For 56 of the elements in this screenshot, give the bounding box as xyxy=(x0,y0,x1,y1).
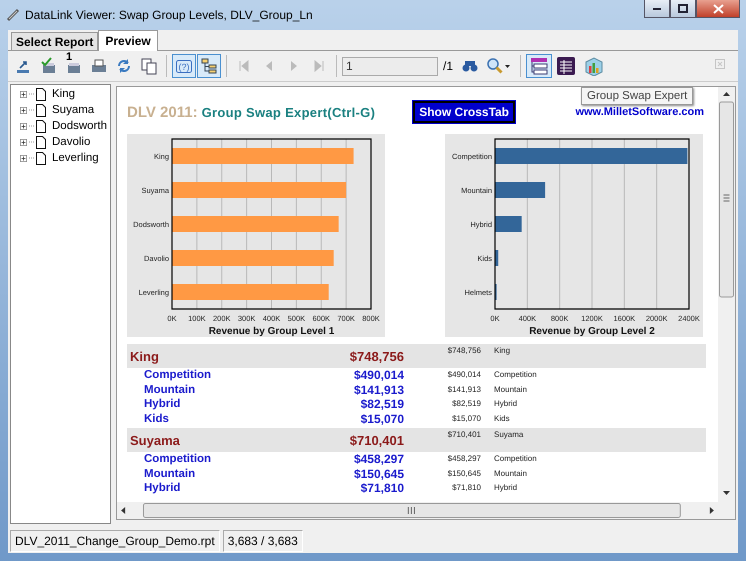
small-total: $71,810 xyxy=(451,482,481,492)
tooltip: Group Swap Expert xyxy=(581,87,694,105)
tree-item[interactable]: Suyama xyxy=(52,104,94,116)
report-title: Group Swap Expert(Ctrl-G) xyxy=(202,104,376,120)
subgroup-name: Kids xyxy=(144,412,170,425)
subgroup-total: $141,913 xyxy=(352,382,404,397)
subgroup-name: Competition xyxy=(144,369,212,382)
subgroup-name: Hybrid xyxy=(144,398,182,410)
small-name: Mountain xyxy=(494,384,528,394)
small-total: $82,519 xyxy=(451,398,481,408)
small-total: $458,297 xyxy=(446,453,481,463)
small-name: Kids xyxy=(494,412,511,422)
small-name: Hybrid xyxy=(494,398,518,408)
small-total: $490,014 xyxy=(446,369,481,379)
subgroup-total: $150,645 xyxy=(352,466,404,481)
small-total: $15,070 xyxy=(451,412,481,422)
group-total: $748,756 xyxy=(348,348,404,364)
small-name: King xyxy=(494,345,512,355)
subgroup-total: $71,810 xyxy=(360,481,404,496)
subgroup-name: Hybrid xyxy=(144,482,182,494)
subgroup-total: $15,070 xyxy=(360,412,404,426)
group-name: King xyxy=(130,348,160,364)
tree-item[interactable]: Leverling xyxy=(52,152,99,164)
tree-item[interactable]: Davolio xyxy=(52,136,90,148)
small-name: Hybrid xyxy=(494,482,518,492)
tab[interactable]: Select Report xyxy=(11,32,98,50)
subgroup-total: $458,297 xyxy=(352,452,404,466)
page-total: /1 xyxy=(443,59,454,73)
small-name: Competition xyxy=(494,369,538,379)
tree-item[interactable]: Dodsworth xyxy=(52,120,107,132)
subgroup-name: Competition xyxy=(144,453,212,466)
group-name: Suyama xyxy=(130,432,181,448)
tab[interactable]: Preview xyxy=(98,30,158,51)
small-total: $748,756 xyxy=(446,345,481,355)
small-name: Mountain xyxy=(494,468,528,478)
status-text: 3,683 / 3,683 xyxy=(222,530,303,552)
printer-button[interactable]: 1 xyxy=(62,54,86,78)
axis-title: Revenue by Group Level 2 xyxy=(529,326,655,337)
subgroup-name: Mountain xyxy=(144,468,196,480)
report-year: DLV 2011: xyxy=(127,104,198,120)
small-name: Suyama xyxy=(494,429,524,439)
small-total: $710,401 xyxy=(446,429,481,439)
small-name: Competition xyxy=(494,453,538,463)
subgroup-name: Mountain xyxy=(144,384,196,396)
small-total: $141,913 xyxy=(446,384,481,394)
page-number-field[interactable]: 1 xyxy=(342,56,438,76)
axis-title: Revenue by Group Level 1 xyxy=(208,326,334,337)
website-link[interactable]: www.MilletSoftware.com xyxy=(575,106,704,118)
group-total: $710,401 xyxy=(348,432,404,448)
tree-item[interactable]: King xyxy=(52,88,76,100)
subgroup-total: $490,014 xyxy=(352,368,404,382)
window-title: DataLink Viewer: Swap Group Levels, DLV_Group_Ln xyxy=(25,8,313,22)
show-crosstab-button[interactable]: Show CrossTab xyxy=(413,101,516,123)
small-total: $150,645 xyxy=(446,468,481,478)
subgroup-total: $82,519 xyxy=(360,397,404,412)
status-text: DLV_2011_Change_Group_Demo.rpt xyxy=(10,530,220,552)
